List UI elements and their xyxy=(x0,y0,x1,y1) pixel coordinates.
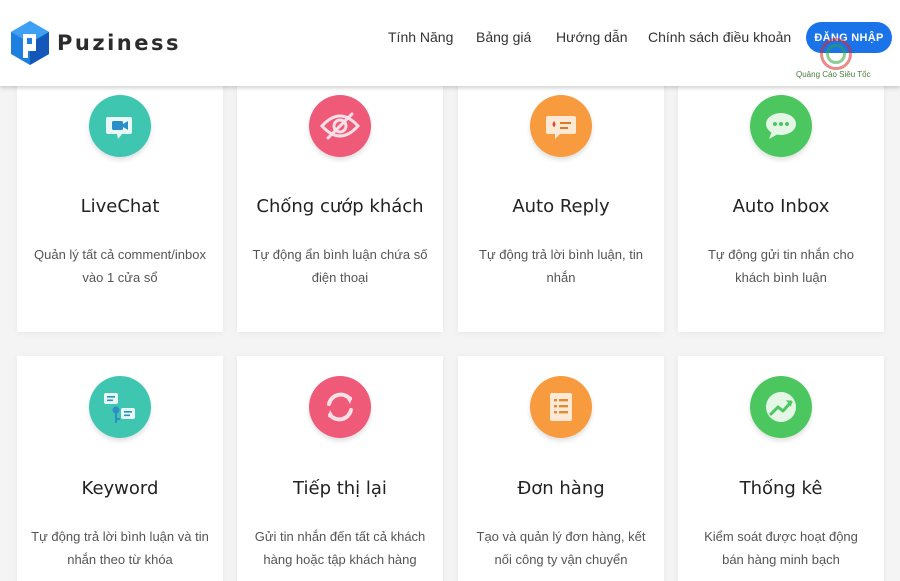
main-nav: Tính Năng Bảng giá Hướng dẫn Chính sách … xyxy=(0,29,900,49)
nav-item-chinh-sach[interactable]: Chính sách điều khoản xyxy=(648,29,791,45)
chat-bubble-icon xyxy=(750,95,812,157)
feature-title: Keyword xyxy=(81,478,159,499)
eye-off-icon xyxy=(309,95,371,157)
feature-card-thong-ke: Thống kê Kiểm soát được hoạt động bán hà… xyxy=(678,356,884,581)
feature-card-auto-inbox: Auto Inbox Tự động gửi tin nhắn cho khác… xyxy=(678,80,884,332)
watermark: Quảng Cáo Siêu Tốc xyxy=(790,34,890,84)
feature-card-auto-reply: Auto Reply Tự động trả lời bình luận, ti… xyxy=(458,80,664,332)
feature-title: Thống kê xyxy=(739,478,823,499)
nav-item-bang-gia[interactable]: Bảng giá xyxy=(476,29,531,45)
order-list-icon xyxy=(530,376,592,438)
feature-title: LiveChat xyxy=(80,196,160,217)
feature-card-livechat: LiveChat Quản lý tất cả comment/inbox và… xyxy=(17,80,223,332)
feature-title: Đơn hàng xyxy=(517,478,605,499)
feature-description: Gửi tin nhắn đến tất cả khách hàng hoặc … xyxy=(254,529,426,567)
video-chat-icon xyxy=(89,95,151,157)
feature-description: Quản lý tất cả comment/inbox vào 1 cửa s… xyxy=(34,247,206,285)
watermark-text: Quảng Cáo Siêu Tốc xyxy=(796,70,871,79)
keyword-icon xyxy=(89,376,151,438)
watermark-logo-inner xyxy=(826,44,846,64)
refresh-icon xyxy=(309,376,371,438)
feature-card-tiep-thi-lai: Tiếp thị lại Gửi tin nhắn đến tất cả khá… xyxy=(237,356,443,581)
trending-chart-icon xyxy=(750,376,812,438)
feature-description: Tự động gửi tin nhắn cho khách bình luận xyxy=(707,247,855,285)
feature-title: Auto Reply xyxy=(512,196,610,217)
auto-reply-icon xyxy=(530,95,592,157)
feature-description: Tự động ẩn bình luận chứa số điện thoại xyxy=(252,247,428,285)
feature-description: Tự động trả lời bình luận và tin nhắn th… xyxy=(31,529,209,567)
feature-card-chong-cuop-khach: Chống cướp khách Tự động ẩn bình luận ch… xyxy=(237,80,443,332)
nav-item-huong-dan[interactable]: Hướng dẫn xyxy=(556,29,627,45)
feature-description: Tự động trả lời bình luận, tin nhắn xyxy=(479,247,643,285)
feature-title: Tiếp thị lại xyxy=(293,478,387,499)
feature-description: Tạo và quản lý đơn hàng, kết nối công ty… xyxy=(476,529,646,567)
site-header: Puziness Tính Năng Bảng giá Hướng dẫn Ch… xyxy=(0,0,900,86)
feature-title: Auto Inbox xyxy=(732,196,830,217)
feature-title: Chống cướp khách xyxy=(256,196,424,217)
nav-item-tinh-nang[interactable]: Tính Năng xyxy=(388,29,453,45)
feature-card-don-hang: Đơn hàng Tạo và quản lý đơn hàng, kết nố… xyxy=(458,356,664,581)
feature-card-keyword: Keyword Tự động trả lời bình luận và tin… xyxy=(17,356,223,581)
feature-description: Kiểm soát được hoạt động bán hàng minh b… xyxy=(704,529,858,567)
